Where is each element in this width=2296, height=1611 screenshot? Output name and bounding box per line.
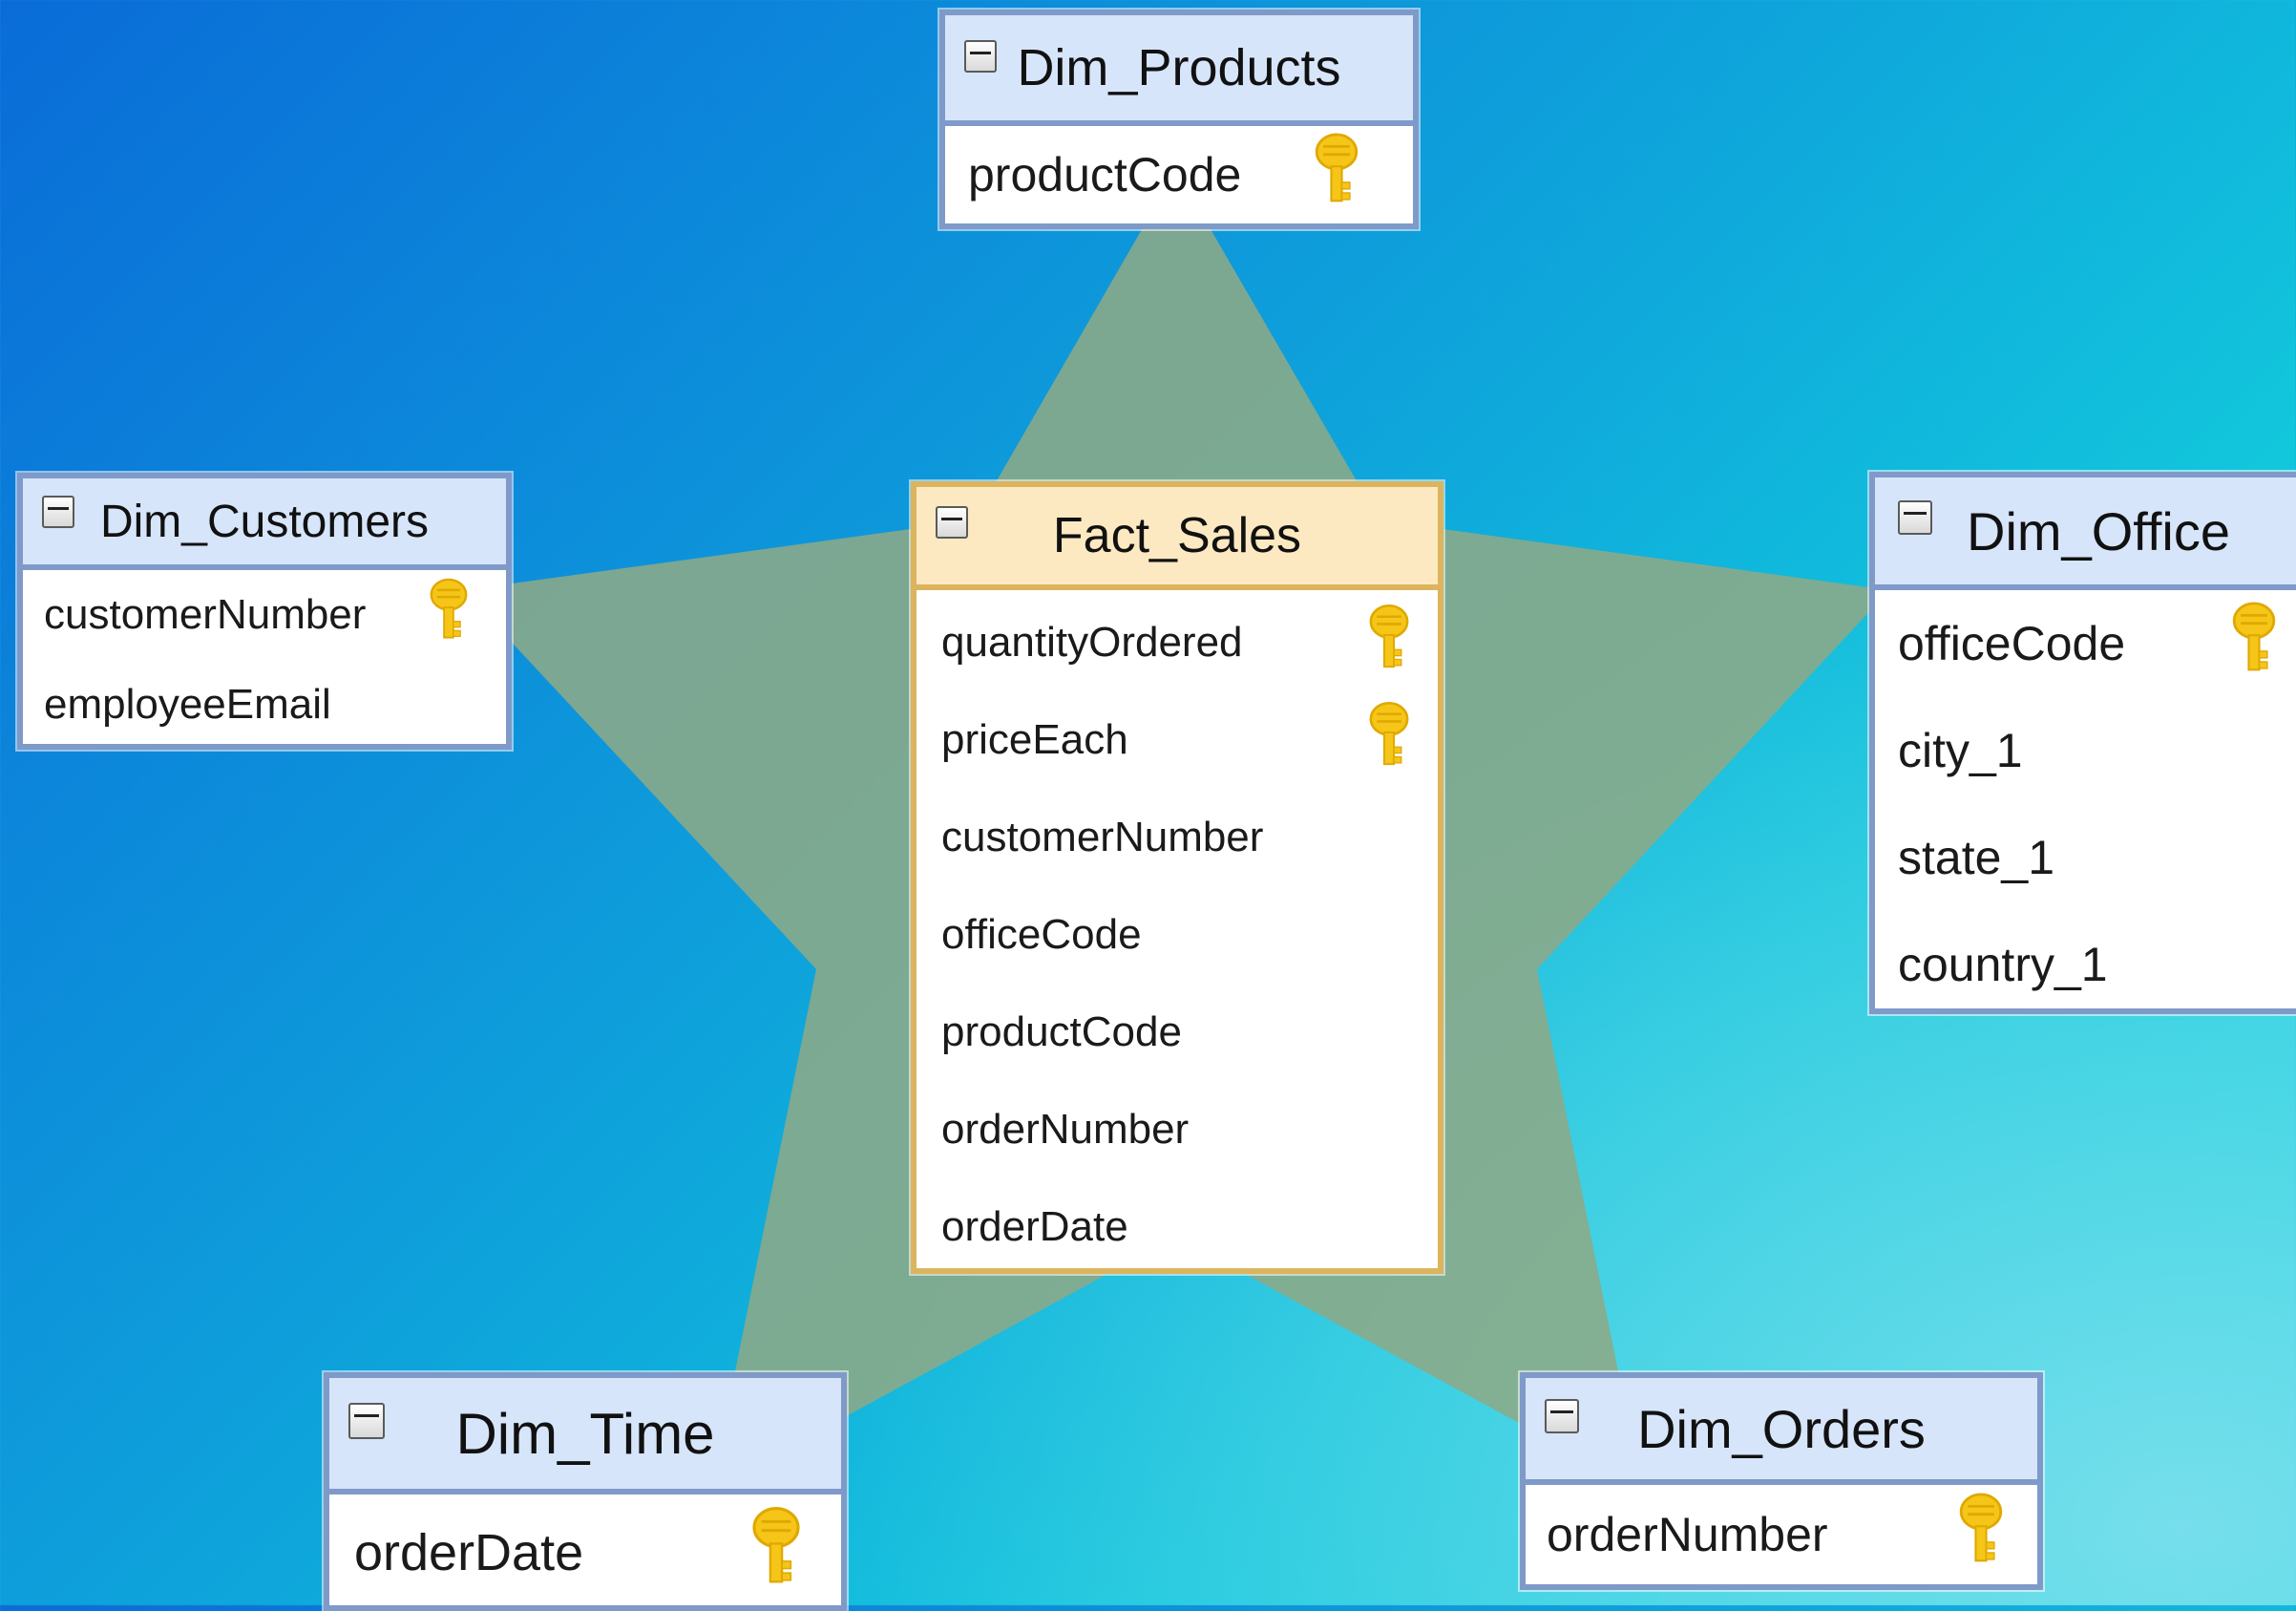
column-row[interactable]: priceEach xyxy=(916,691,1438,789)
column-row[interactable]: orderNumber xyxy=(916,1081,1438,1178)
table-dim-orders[interactable]: Dim_Orders orderNumber xyxy=(1520,1372,2043,1590)
column-list: orderNumber xyxy=(1526,1485,2037,1584)
column-name: productCode xyxy=(968,148,1242,201)
column-row[interactable]: productCode xyxy=(945,126,1413,223)
column-name: orderDate xyxy=(941,1203,1128,1250)
key-icon xyxy=(1957,1492,2005,1578)
collapse-icon[interactable] xyxy=(936,506,968,539)
column-name: officeCode xyxy=(1898,617,2126,670)
table-name: Dim_Customers xyxy=(99,496,430,547)
table-dim-office[interactable]: Dim_Office officeCode city_1 state_1 cou… xyxy=(1869,472,2296,1014)
column-row[interactable]: orderDate xyxy=(916,1178,1438,1268)
table-header[interactable]: Dim_Orders xyxy=(1526,1378,2037,1485)
table-dim-customers[interactable]: Dim_Customers customerNumber employeeEma… xyxy=(17,473,512,750)
column-row[interactable]: orderNumber xyxy=(1526,1485,2037,1584)
column-name: city_1 xyxy=(1898,724,2023,777)
table-header[interactable]: Dim_Products xyxy=(945,15,1413,126)
column-row[interactable]: customerNumber xyxy=(23,570,506,660)
collapse-icon[interactable] xyxy=(348,1403,385,1439)
table-header[interactable]: Dim_Office xyxy=(1875,477,2296,590)
column-row[interactable]: country_1 xyxy=(1875,911,2296,1008)
column-row[interactable]: state_1 xyxy=(1875,804,2296,911)
column-list: quantityOrdered priceEach customerNumber… xyxy=(916,590,1438,1268)
key-icon xyxy=(1367,604,1411,683)
column-name: orderDate xyxy=(354,1524,584,1581)
column-row[interactable]: employeeEmail xyxy=(23,660,506,744)
column-name: employeeEmail xyxy=(44,681,331,728)
table-fact-sales[interactable]: Fact_Sales quantityOrdered priceEach cus… xyxy=(911,481,1443,1274)
column-row[interactable]: quantityOrdered xyxy=(916,594,1438,691)
table-header[interactable]: Dim_Customers xyxy=(23,478,506,570)
table-name: Dim_Products xyxy=(1017,39,1341,96)
collapse-icon[interactable] xyxy=(964,40,997,73)
column-row[interactable]: customerNumber xyxy=(916,789,1438,886)
table-name: Dim_Office xyxy=(1967,500,2230,562)
column-name: state_1 xyxy=(1898,831,2055,884)
column-row[interactable]: city_1 xyxy=(1875,697,2296,804)
collapse-icon[interactable] xyxy=(42,496,74,528)
column-row[interactable]: officeCode xyxy=(916,886,1438,984)
column-name: officeCode xyxy=(941,911,1142,958)
key-icon xyxy=(749,1506,803,1600)
column-name: customerNumber xyxy=(941,814,1264,860)
column-row[interactable]: orderDate xyxy=(329,1494,841,1605)
key-icon xyxy=(1367,701,1411,780)
table-dim-time[interactable]: Dim_Time orderDate xyxy=(324,1372,847,1611)
column-list: orderDate xyxy=(329,1494,841,1605)
column-list: productCode xyxy=(945,126,1413,223)
key-icon xyxy=(2230,601,2278,687)
column-list: customerNumber employeeEmail xyxy=(23,570,506,744)
table-header[interactable]: Fact_Sales xyxy=(916,487,1438,590)
column-row[interactable]: productCode xyxy=(916,984,1438,1081)
column-name: country_1 xyxy=(1898,938,2108,991)
column-list: officeCode city_1 state_1 country_1 xyxy=(1875,590,2296,1008)
column-name: productCode xyxy=(941,1008,1182,1055)
column-name: priceEach xyxy=(941,716,1128,763)
table-dim-products[interactable]: Dim_Products productCode xyxy=(939,10,1419,229)
collapse-icon[interactable] xyxy=(1545,1399,1579,1433)
column-name: customerNumber xyxy=(44,591,367,638)
column-name: orderNumber xyxy=(941,1106,1190,1153)
key-icon xyxy=(428,578,470,653)
key-icon xyxy=(1313,132,1360,218)
column-row[interactable]: officeCode xyxy=(1875,590,2296,697)
table-name: Dim_Orders xyxy=(1637,1398,1926,1459)
table-name: Fact_Sales xyxy=(1052,508,1302,563)
collapse-icon[interactable] xyxy=(1898,500,1932,535)
table-name: Dim_Time xyxy=(455,1401,715,1466)
column-name: quantityOrdered xyxy=(941,619,1243,666)
column-name: orderNumber xyxy=(1547,1508,1828,1561)
table-header[interactable]: Dim_Time xyxy=(329,1378,841,1494)
